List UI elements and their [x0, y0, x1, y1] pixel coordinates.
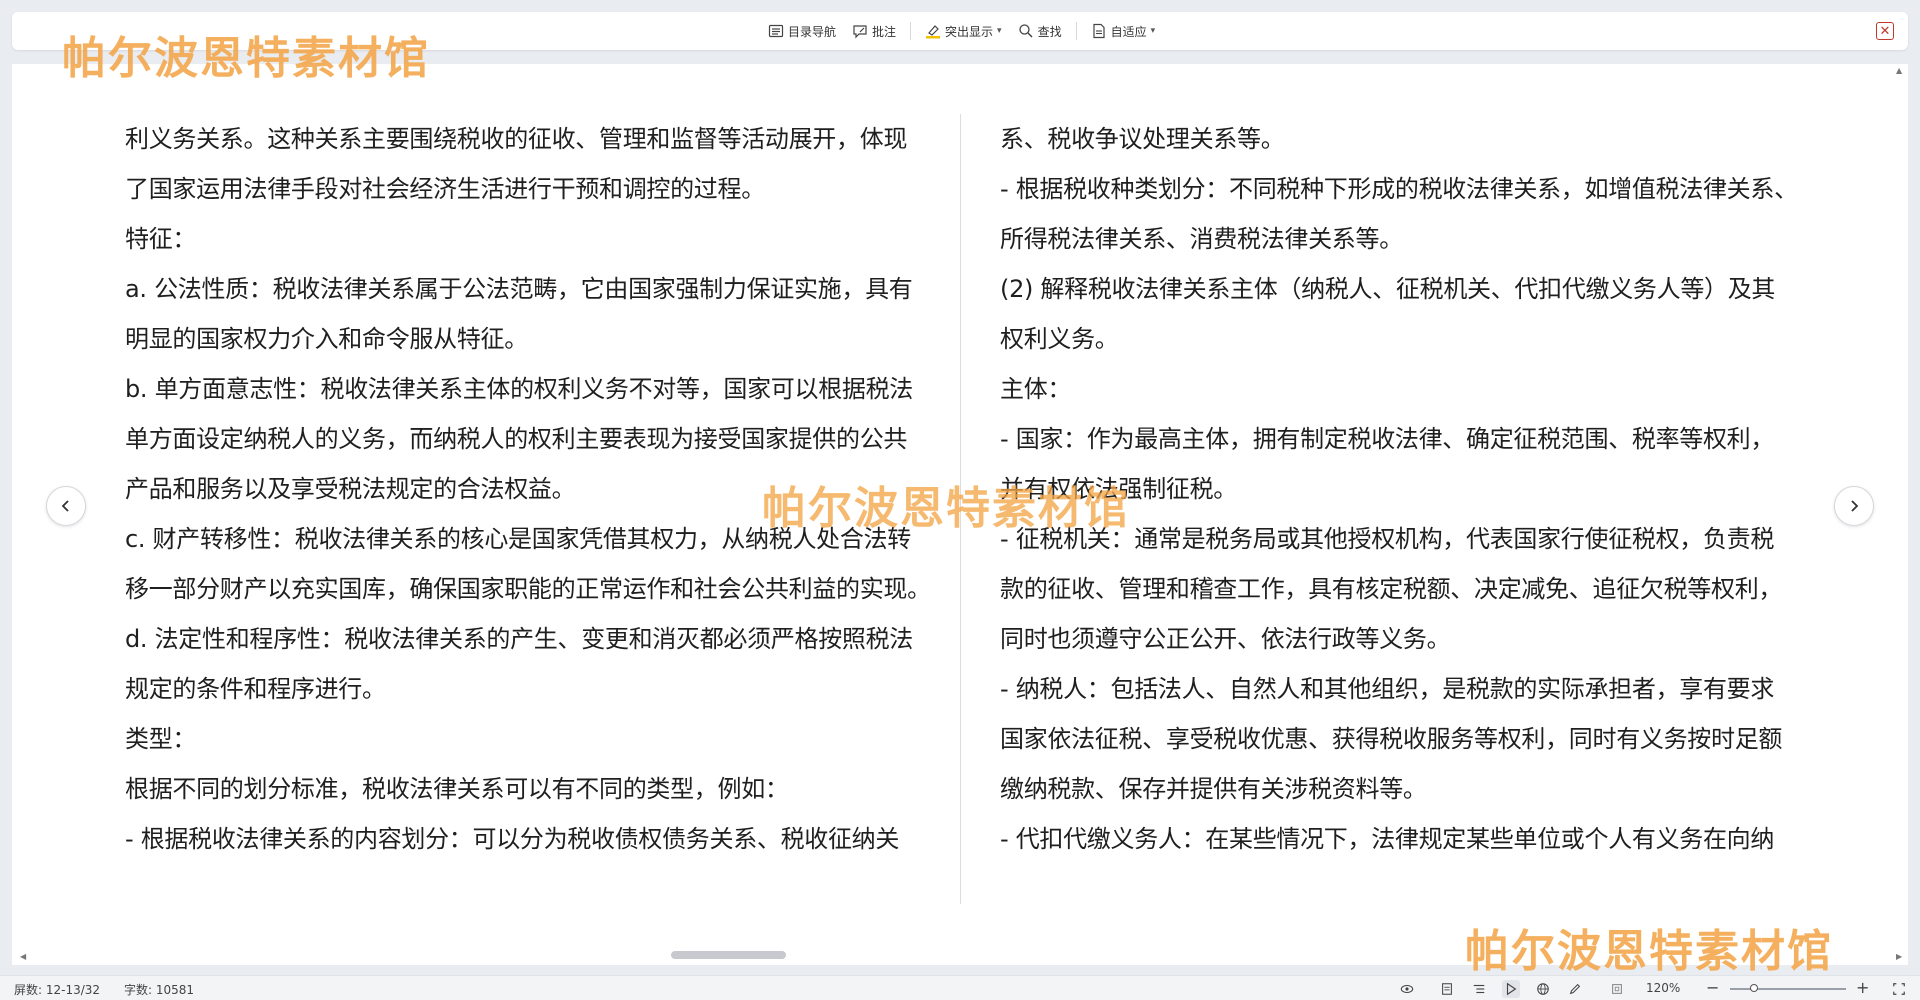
- paragraph-line: 国家依法征税、享受税收优惠、获得税收服务等权利，同时有义务按时足额: [1000, 725, 1783, 753]
- zoom-slider-track[interactable]: [1730, 988, 1846, 990]
- paragraph-line: 利义务关系。这种关系主要围绕税收的征收、管理和监督等活动展开，体现: [125, 125, 908, 153]
- chevron-down-icon: ▾: [1150, 26, 1156, 36]
- find-button[interactable]: 查找: [1012, 18, 1068, 44]
- paragraph-line: 同时也须遵守公正公开、依法行政等义务。: [1000, 625, 1451, 653]
- toolbar-divider: [910, 22, 912, 40]
- paragraph-line: a. 公法性质：税收法律关系属于公法范畴，它由国家强制力保证实施，具有: [125, 275, 913, 303]
- close-button[interactable]: ✕: [1876, 22, 1894, 40]
- highlight-label: 突出显示: [945, 24, 994, 39]
- fit-width-icon[interactable]: [1890, 980, 1908, 998]
- find-label: 查找: [1037, 24, 1062, 39]
- paragraph-line: 根据不同的划分标准，税收法律关系可以有不同的类型，例如：: [125, 775, 789, 803]
- scroll-right-arrow[interactable]: ▶: [1896, 952, 1902, 961]
- paragraph-line: 类型：: [125, 725, 197, 753]
- paragraph-line: 系、税收争议处理关系等。: [1000, 125, 1285, 153]
- outline-view-icon[interactable]: [1470, 980, 1488, 998]
- paragraph-line: - 代扣代缴义务人：在某些情况下，法律规定某些单位或个人有义务在向纳: [1000, 825, 1775, 853]
- paragraph-line: 单方面设定纳税人的义务，而纳税人的权利主要表现为接受国家提供的公共: [125, 425, 908, 453]
- paragraph-line: 所得税法律关系、消费税法律关系等。: [1000, 225, 1403, 253]
- horizontal-scrollbar-thumb[interactable]: [671, 951, 786, 959]
- fullscreen-icon[interactable]: [1608, 980, 1626, 998]
- web-icon[interactable]: [1534, 980, 1552, 998]
- paragraph-line: - 国家：作为最高主体，拥有制定税收法律、确定征税范围、税率等权利，: [1000, 425, 1775, 453]
- paragraph-line: b. 单方面意志性：税收法律关系主体的权利义务不对等，国家可以根据税法: [125, 375, 913, 403]
- paragraph-line: 移一部分财产以充实国库，确保国家职能的正常运作和社会公共利益的实现。: [125, 575, 931, 603]
- word-count: 字数: 10581: [124, 983, 195, 997]
- highlight-button[interactable]: 突出显示 ▾: [919, 18, 1008, 44]
- scroll-up-arrow[interactable]: ▲: [1896, 66, 1902, 75]
- paragraph-line: - 征税机关：通常是税务局或其他授权机构，代表国家行使征税权，负责税: [1000, 525, 1775, 553]
- chevron-right-icon: [1851, 500, 1859, 512]
- chevron-down-icon: ▾: [997, 26, 1002, 36]
- annotate-label: 批注: [872, 24, 897, 39]
- chevron-left-icon: [61, 500, 69, 512]
- toc-nav-button[interactable]: 目录导航: [762, 18, 842, 44]
- paragraph-line: 款的征收、管理和稽查工作，具有核定税额、决定减免、追征欠税等权利，: [1000, 575, 1783, 603]
- toolbar-divider: [1075, 22, 1077, 40]
- paragraph-line: 主体：: [1000, 375, 1072, 403]
- paragraph-line: - 根据税收法律关系的内容划分：可以分为税收债权债务关系、税收征纳关: [125, 825, 900, 853]
- paragraph-line: 并有权依法强制征税。: [1000, 475, 1237, 503]
- right-page-column: 系、税收争议处理关系等。 - 根据税收种类划分：不同税种下形成的税收法律关系，如…: [1000, 114, 1800, 864]
- list-icon: [768, 24, 784, 38]
- zoom-out-button[interactable]: −: [1706, 978, 1719, 997]
- comment-icon: [853, 25, 867, 39]
- page-divider: [960, 114, 961, 904]
- eye-icon[interactable]: [1398, 980, 1416, 998]
- highlighter-icon: [926, 25, 941, 39]
- zoom-in-button[interactable]: +: [1856, 978, 1869, 997]
- document-view[interactable]: 利义务关系。这种关系主要围绕税收的征收、管理和监督等活动展开，体现 了国家运用法…: [12, 64, 1908, 965]
- toolbar-center-group: 目录导航 批注 突出显示 ▾ 查找 自适应 ▾: [762, 12, 1161, 50]
- toc-nav-label: 目录导航: [788, 24, 837, 39]
- paragraph-line: c. 财产转移性：税收法律关系的核心是国家凭借其权力，从纳税人处合法转: [125, 525, 911, 553]
- fit-button[interactable]: 自适应 ▾: [1085, 18, 1162, 44]
- status-bar: 屏数: 12-13/32 字数: 10581 120% − +: [0, 975, 1920, 1000]
- zoom-slider-handle[interactable]: [1750, 984, 1758, 992]
- previous-page-button[interactable]: [46, 486, 86, 526]
- annotate-button[interactable]: 批注: [846, 18, 902, 44]
- search-icon: [1018, 24, 1033, 38]
- top-toolbar: 目录导航 批注 突出显示 ▾ 查找 自适应 ▾ ✕: [12, 12, 1908, 50]
- paragraph-line: 权利义务。: [1000, 325, 1119, 353]
- paragraph-line: - 纳税人：包括法人、自然人和其他组织，是税款的实际承担者，享有要求: [1000, 675, 1775, 703]
- close-icon: ✕: [1879, 23, 1891, 39]
- paragraph-line: 缴纳税款、保存并提供有关涉税资料等。: [1000, 775, 1427, 803]
- scroll-left-arrow[interactable]: ◀: [20, 952, 26, 961]
- page-view-icon[interactable]: [1438, 980, 1456, 998]
- page-icon: [1092, 23, 1105, 39]
- paragraph-line: 明显的国家权力介入和命令服从特征。: [125, 325, 528, 353]
- left-page-column: 利义务关系。这种关系主要围绕税收的征收、管理和监督等活动展开，体现 了国家运用法…: [125, 114, 931, 864]
- paragraph-line: 了国家运用法律手段对社会经济生活进行干预和调控的过程。: [125, 175, 765, 203]
- paragraph-line: - 根据税收种类划分：不同税种下形成的税收法律关系，如增值税法律关系、: [1000, 175, 1798, 203]
- paragraph-line: 特征：: [125, 225, 197, 253]
- fit-label: 自适应: [1110, 24, 1147, 39]
- paragraph-line: 规定的条件和程序进行。: [125, 675, 386, 703]
- play-icon[interactable]: [1502, 980, 1520, 998]
- paragraph-line: (2) 解释税收法律关系主体（纳税人、征税机关、代扣代缴义务人等）及其: [1000, 275, 1776, 303]
- zoom-level[interactable]: 120%: [1646, 981, 1680, 995]
- next-page-button[interactable]: [1834, 486, 1874, 526]
- pen-icon[interactable]: [1566, 980, 1584, 998]
- paragraph-line: d. 法定性和程序性：税收法律关系的产生、变更和消灭都必须严格按照税法: [125, 625, 913, 653]
- screen-count: 屏数: 12-13/32: [14, 983, 101, 997]
- paragraph-line: 产品和服务以及享受税法规定的合法权益。: [125, 475, 576, 503]
